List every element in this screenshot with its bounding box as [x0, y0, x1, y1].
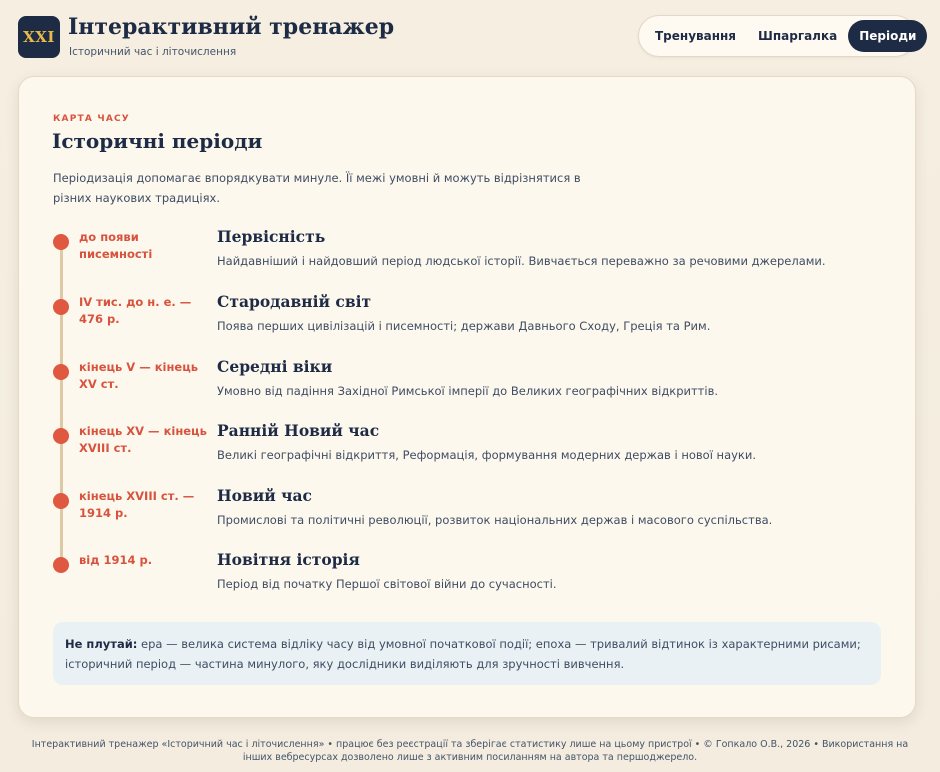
- timeline-dot: [53, 299, 69, 315]
- timeline-dot: [53, 428, 69, 444]
- app-subtitle: Історичний час і літочислення: [69, 46, 237, 58]
- period-description: Період від початку Першої світової війни…: [217, 577, 557, 591]
- timeline-dot: [53, 557, 69, 573]
- timeline-item: кінець V — кінець XV ст. Середні віки Ум…: [53, 357, 893, 419]
- app-title: Інтерактивний тренажер: [68, 14, 395, 40]
- timeline-item: до появи писемності Первісність Найдавні…: [53, 227, 893, 289]
- period-name: Новий час: [217, 486, 312, 505]
- period-name: Середні віки: [217, 357, 333, 376]
- period-date: кінець XV — кінець XVIII ст.: [79, 424, 207, 455]
- period-description: Великі географічні відкриття, Реформація…: [217, 448, 757, 462]
- timeline-item: від 1914 р. Новітня історія Період від п…: [53, 550, 893, 612]
- periods-timeline: до появи писемності Первісність Найдавні…: [53, 227, 893, 591]
- section-title: Історичні періоди: [52, 129, 263, 153]
- period-date: від 1914 р.: [79, 553, 153, 567]
- period-date: до появи писемності: [79, 230, 153, 261]
- section-kicker: КАРТА ЧАСУ: [53, 114, 130, 124]
- nav-tab-cheatsheet[interactable]: Шпаргалка: [747, 20, 848, 52]
- note-label: Не плутай:: [65, 637, 138, 651]
- timeline-dot: [53, 493, 69, 509]
- nav-tab-periods[interactable]: Періоди: [848, 20, 928, 52]
- timeline-item: IV тис. до н. е. — 476 р. Стародавній св…: [53, 292, 893, 354]
- period-date: IV тис. до н. е. — 476 р.: [79, 295, 192, 326]
- dont-confuse-note: Не плутай: ера — велика система відліку …: [53, 622, 881, 685]
- period-description: Промислові та політичні революції, розви…: [217, 513, 773, 527]
- app-header: XXI Інтерактивний тренажер Історичний ча…: [18, 14, 928, 64]
- period-name: Ранній Новий час: [217, 421, 380, 440]
- period-description: Поява перших цивілізацій і писемності; д…: [217, 319, 711, 333]
- page-footer: Інтерактивний тренажер «Історичний час і…: [31, 739, 909, 763]
- note-text: ера — велика система відліку часу від ум…: [65, 637, 861, 671]
- period-name: Стародавній світ: [217, 292, 372, 311]
- timeline-dot: [53, 364, 69, 380]
- timeline-item: кінець XV — кінець XVIII ст. Ранній Нови…: [53, 421, 893, 483]
- period-name: Первісність: [217, 227, 326, 246]
- section-intro: Періодизація допомагає впорядкувати мину…: [53, 171, 581, 205]
- timeline-item: кінець XVIII ст. — 1914 р. Новий час Про…: [53, 486, 893, 548]
- nav-tab-training[interactable]: Тренування: [644, 20, 747, 52]
- periods-card: КАРТА ЧАСУ Історичні періоди Періодизаці…: [18, 76, 916, 718]
- period-name: Новітня історія: [217, 550, 360, 569]
- timeline-dot: [53, 234, 69, 250]
- period-description: Умовно від падіння Західної Римської імп…: [217, 384, 719, 398]
- main-nav: Тренування Шпаргалка Періоди: [638, 15, 928, 57]
- period-date: кінець V — кінець XV ст.: [79, 360, 198, 391]
- period-description: Найдавніший і найдовший період людської …: [217, 254, 826, 268]
- period-date: кінець XVIII ст. — 1914 р.: [79, 489, 195, 520]
- app-logo: XXI: [18, 16, 60, 58]
